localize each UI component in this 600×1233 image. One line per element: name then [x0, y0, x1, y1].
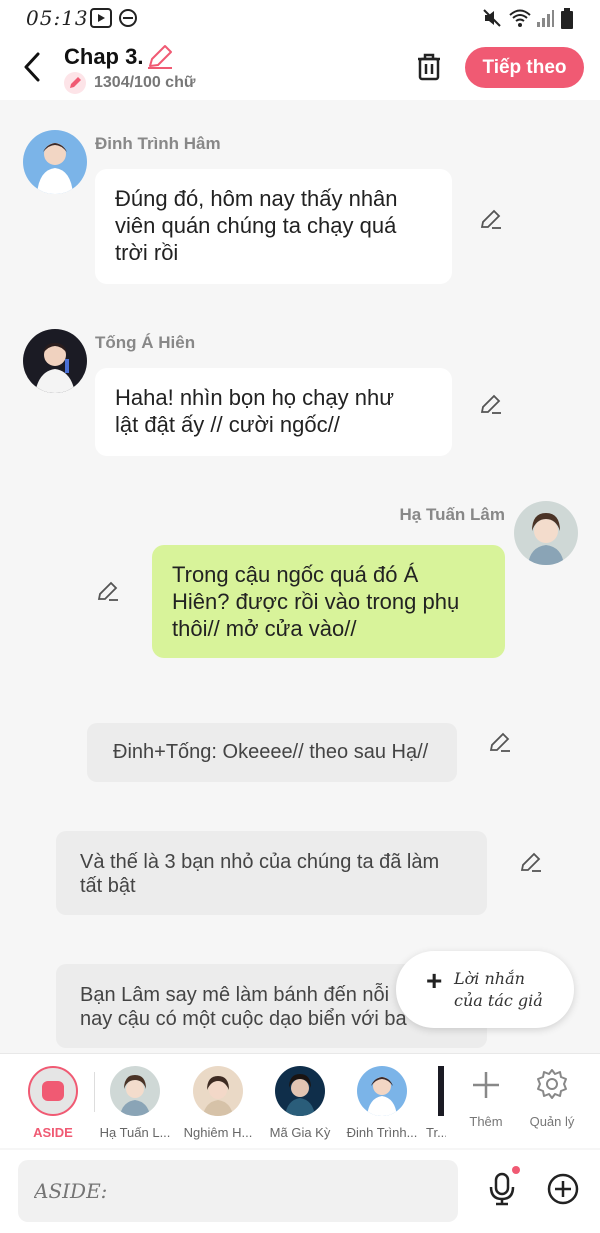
aside-line: tất bật — [80, 875, 136, 897]
aside-note[interactable]: Và thế là 3 bạn nhỏ của chúng ta đã làm … — [56, 831, 487, 915]
edit-aside-icon[interactable] — [488, 731, 512, 755]
plus-icon: + — [426, 965, 443, 996]
character-avatar-dinh-trinh[interactable] — [357, 1066, 407, 1116]
message-line: Haha! nhìn bọn họ chạy như — [115, 385, 394, 410]
character-name: Tr... — [426, 1125, 446, 1140]
microphone-icon[interactable] — [488, 1172, 516, 1206]
character-selector-bar: ASIDE Hạ Tuấn L... Nghiêm H... Mã Gia Kỳ… — [0, 1053, 600, 1148]
add-character-label[interactable]: Thêm — [456, 1114, 516, 1129]
message-bubble[interactable]: Haha! nhìn bọn họ chạy như lật đật ấy //… — [95, 368, 452, 456]
editor-header: Chap 3. 1304/100 chữ Tiếp theo — [0, 36, 600, 100]
message-line: trời rồi — [115, 240, 179, 265]
author-note-label-line2: của tác giả — [454, 991, 543, 1010]
character-name: Nghiêm H... — [183, 1125, 253, 1140]
add-character-plus-icon[interactable] — [471, 1070, 501, 1100]
message-line: Trong cậu ngốc quá đó Á — [172, 562, 419, 587]
aside-tab-label: ASIDE — [33, 1125, 73, 1140]
speaker-name: Đinh Trình Hâm — [95, 134, 221, 153]
divider — [94, 1072, 95, 1112]
notification-dot — [512, 1166, 520, 1174]
character-avatar-partial[interactable] — [438, 1066, 444, 1116]
character-name: Hạ Tuấn L... — [99, 1125, 171, 1140]
manage-label[interactable]: Quản lý — [522, 1114, 582, 1129]
avatar-dinh-trinh-ham[interactable] — [23, 130, 87, 194]
wifi-icon — [509, 9, 531, 27]
aside-icon — [42, 1081, 64, 1101]
next-button[interactable]: Tiếp theo — [465, 47, 584, 88]
aside-tab-button[interactable] — [28, 1066, 78, 1116]
speaker-name: Tống Á Hiên — [95, 333, 196, 352]
avatar-ha-tuan-lam[interactable] — [514, 501, 578, 565]
edit-message-icon[interactable] — [479, 393, 503, 417]
character-name: Đinh Trình... — [346, 1125, 418, 1140]
aside-line: Và thế là 3 bạn nhỏ của chúng ta đã làm — [80, 851, 440, 873]
message-input[interactable] — [18, 1160, 458, 1222]
message-line: viên quán chúng ta chạy quá — [115, 213, 397, 238]
back-arrow-icon[interactable] — [18, 50, 48, 84]
word-count-pencil-icon — [64, 72, 86, 94]
aside-note[interactable]: Đinh+Tống: Okeeee// theo sau Hạ// — [87, 723, 457, 782]
message-line: lật đật ấy // cười ngốc// — [115, 412, 340, 437]
character-avatar-ha-tuan-lam[interactable] — [110, 1066, 160, 1116]
edit-message-icon[interactable] — [479, 208, 503, 232]
message-line: thôi// mở cửa vào// — [172, 616, 357, 641]
edit-message-icon[interactable] — [96, 580, 120, 604]
add-circle-icon[interactable] — [546, 1172, 580, 1206]
media-app-icon — [90, 8, 112, 28]
status-bar: 05:13 — [0, 0, 600, 36]
speaker-name: Hạ Tuấn Lâm — [399, 505, 505, 524]
trash-icon[interactable] — [414, 52, 444, 82]
do-not-disturb-icon — [119, 9, 137, 27]
mute-icon — [483, 9, 501, 27]
message-bubble[interactable]: Trong cậu ngốc quá đó Á Hiên? được rồi v… — [152, 545, 505, 658]
edit-aside-icon[interactable] — [519, 851, 543, 875]
battery-icon — [561, 8, 573, 29]
signal-icon — [537, 10, 554, 27]
chapter-title[interactable]: Chap 3. — [64, 44, 143, 70]
message-line: Đúng đó, hôm nay thấy nhân — [115, 186, 398, 211]
aside-text: Đinh+Tống: Okeeee// theo sau Hạ// — [113, 741, 429, 763]
word-count: 1304/100 chữ — [94, 74, 196, 91]
avatar-tong-a-hien[interactable] — [23, 329, 87, 393]
edit-title-pencil-icon[interactable] — [146, 44, 174, 70]
author-note-label-line1: Lời nhắn — [454, 969, 525, 988]
status-time: 05:13 — [26, 6, 89, 30]
input-bar — [0, 1150, 600, 1233]
character-avatar-ma-gia-ky[interactable] — [275, 1066, 325, 1116]
message-bubble[interactable]: Đúng đó, hôm nay thấy nhân viên quán chú… — [95, 169, 452, 284]
message-line: Hiên? được rồi vào trong phụ — [172, 589, 460, 614]
author-note-button[interactable]: + Lời nhắn của tác giả — [396, 951, 574, 1028]
character-name: Mã Gia Kỳ — [269, 1125, 331, 1140]
character-avatar-nghiem-h[interactable] — [193, 1066, 243, 1116]
settings-gear-icon[interactable] — [536, 1068, 568, 1100]
